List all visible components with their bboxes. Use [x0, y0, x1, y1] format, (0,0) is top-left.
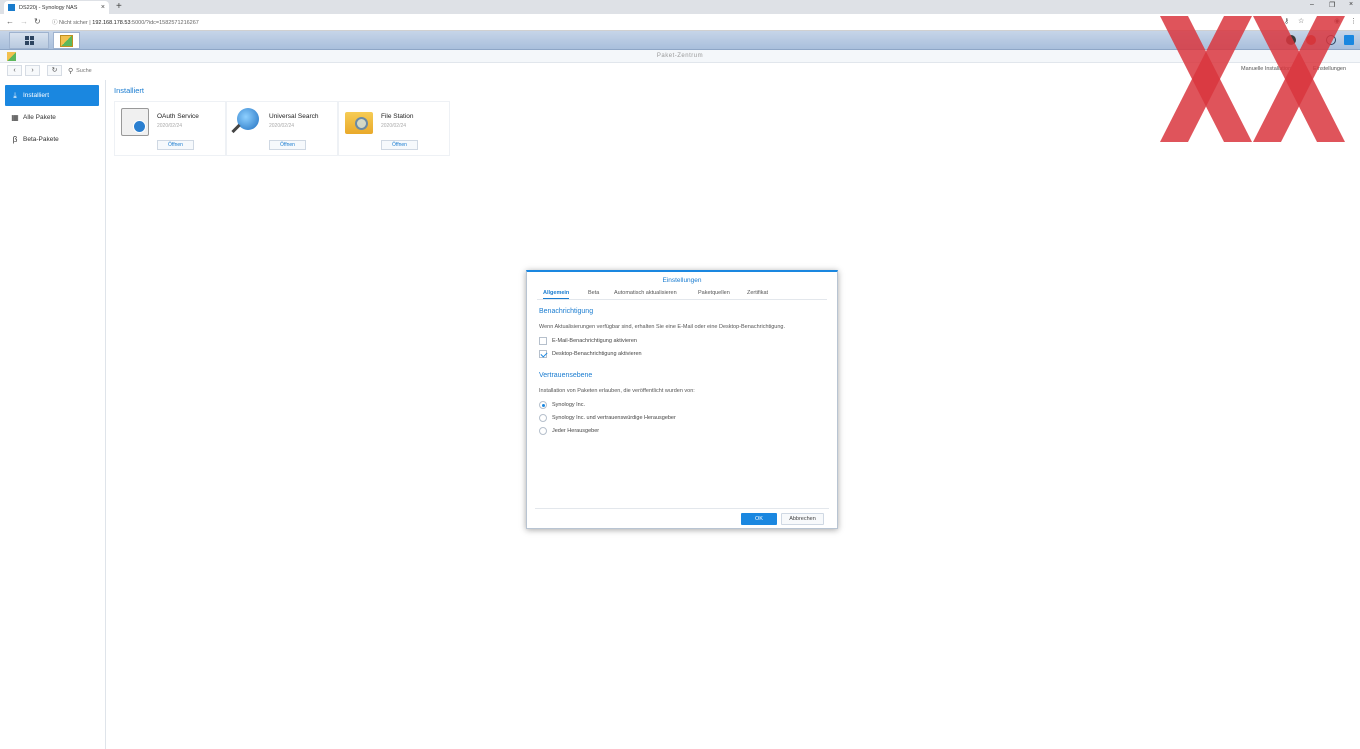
refresh-icon[interactable]: ↻	[47, 65, 62, 76]
url-field[interactable]: ⓘ Nicht sicher | 192.168.178.53:5000/?id…	[52, 18, 199, 26]
tab-package-sources[interactable]: Paketquellen	[698, 290, 730, 296]
browser-tab[interactable]: DS220j - Synology NAS ×	[4, 1, 109, 14]
dialog-footer-divider	[535, 508, 829, 509]
back-icon[interactable]: ←	[6, 17, 14, 26]
browser-tab-bar: DS220j - Synology NAS × + – ❐ ×	[0, 0, 1360, 14]
star-icon[interactable]: ☆	[1298, 17, 1304, 25]
window-title: Paket-Zentrum	[656, 53, 704, 59]
package-date: 2020/02/24	[269, 123, 295, 129]
trust-radio-synology[interactable]	[539, 401, 547, 409]
url-path: :5000/?idc=1582571216267	[130, 20, 199, 26]
email-notification-checkbox[interactable]	[539, 337, 547, 345]
settings-dialog: Einstellungen Allgemein Beta Automatisch…	[526, 270, 838, 529]
menu-dots-icon[interactable]: ⋮	[1350, 17, 1357, 25]
oauth-icon	[121, 108, 149, 136]
section-title: Installiert	[114, 86, 145, 95]
package-name: Universal Search	[269, 113, 319, 120]
sidebar-item-installed[interactable]: ⤓ Installiert	[5, 85, 99, 106]
search-icon[interactable]	[1326, 35, 1336, 45]
package-card-oauth[interactable]: OAuth Service 2020/02/24 Öffnen	[114, 101, 226, 156]
nav-back-icon[interactable]: ‹	[7, 65, 22, 76]
folder-icon	[345, 112, 373, 134]
package-center-taskbar-button[interactable]	[53, 32, 80, 49]
tab-beta[interactable]: Beta	[588, 290, 599, 296]
tab-close-icon[interactable]: ×	[101, 4, 105, 11]
search-input[interactable]	[76, 67, 257, 74]
magnifier-icon	[237, 108, 259, 130]
desktop-notification-option[interactable]: Desktop-Benachrichtigung aktivieren	[539, 350, 642, 358]
dialog-title: Einstellungen	[662, 277, 702, 284]
dialog-tabs: Allgemein Beta Automatisch aktualisieren…	[537, 288, 827, 300]
trust-option-trusted-publishers[interactable]: Synology Inc. und vertrauenswürdige Hera…	[539, 414, 676, 422]
sidebar-item-beta-packages[interactable]: β Beta-Pakete	[5, 129, 99, 150]
notification-section-title: Benachrichtigung	[539, 308, 594, 315]
trust-section-title: Vertrauensebene	[539, 372, 593, 379]
tab-certificate[interactable]: Zertifikat	[747, 290, 768, 296]
email-notification-option[interactable]: E-Mail-Benachrichtigung aktivieren	[539, 337, 637, 345]
ok-button[interactable]: OK	[741, 513, 777, 525]
main-menu-button[interactable]	[9, 32, 49, 49]
forward-icon[interactable]: →	[20, 17, 28, 26]
desktop-notification-checkbox[interactable]	[539, 350, 547, 358]
beta-icon: β	[12, 135, 18, 144]
user-icon[interactable]	[1306, 35, 1316, 45]
package-name: OAuth Service	[157, 113, 199, 120]
email-notification-label: E-Mail-Benachrichtigung aktivieren	[552, 338, 637, 344]
dsm-taskbar	[0, 31, 1360, 50]
key-icon[interactable]: ⚷	[1284, 17, 1289, 25]
cancel-button[interactable]: Abbrechen	[781, 513, 824, 525]
chat-icon[interactable]	[1286, 35, 1296, 45]
package-card-universal-search[interactable]: Universal Search 2020/02/24 Öffnen	[226, 101, 338, 156]
new-tab-button[interactable]: +	[116, 1, 122, 12]
sidebar-item-label: Installiert	[23, 92, 50, 99]
package-date: 2020/02/24	[381, 123, 407, 129]
trust-option-label: Synology Inc. und vertrauenswürdige Hera…	[552, 415, 676, 421]
tab-auto-update[interactable]: Automatisch aktualisieren	[614, 290, 677, 296]
reload-icon[interactable]: ↻	[34, 17, 41, 26]
notification-description: Wenn Aktualisierungen verfügbar sind, er…	[539, 324, 786, 330]
package-date: 2020/02/24	[157, 123, 183, 129]
download-icon: ⤓	[13, 90, 17, 100]
settings-button[interactable]: Einstellungen	[1313, 66, 1346, 72]
open-button[interactable]: Öffnen	[381, 140, 418, 150]
trust-radio-trusted-publishers[interactable]	[539, 414, 547, 422]
trust-description: Installation von Paketen erlauben, die v…	[539, 388, 695, 394]
sidebar: ⤓ Installiert ▦ Alle Pakete β Beta-Paket…	[0, 80, 106, 749]
grid-icon: ▦	[11, 113, 19, 122]
manual-install-button[interactable]: Manuelle Installation	[1241, 66, 1291, 72]
open-button[interactable]: Öffnen	[269, 140, 306, 150]
url-host: 192.168.178.53	[92, 20, 131, 26]
trust-radio-any-publisher[interactable]	[539, 427, 547, 435]
package-center-icon	[60, 34, 73, 47]
minimize-icon[interactable]: –	[1310, 1, 1314, 8]
search-box: ⚲	[68, 65, 268, 76]
address-bar: ← → ↻ ⓘ Nicht sicher | 192.168.178.53:50…	[0, 14, 1360, 31]
nav-forward-icon[interactable]: ›	[25, 65, 40, 76]
window-titlebar: Paket-Zentrum	[0, 50, 1360, 63]
maximize-icon[interactable]: ❐	[1329, 1, 1335, 9]
trust-option-any-publisher[interactable]: Jeder Herausgeber	[539, 427, 599, 435]
info-icon: ⓘ	[52, 20, 60, 26]
profile-icon[interactable]: ◉	[1334, 17, 1340, 25]
sidebar-item-label: Alle Pakete	[23, 114, 56, 121]
search-magnifier-icon: ⚲	[68, 67, 74, 75]
tab-title: DS220j - Synology NAS	[19, 4, 78, 11]
main-menu-icon	[24, 36, 34, 45]
desktop-notification-label: Desktop-Benachrichtigung aktivieren	[552, 351, 642, 357]
widgets-icon[interactable]	[1344, 35, 1354, 45]
sidebar-item-label: Beta-Pakete	[23, 136, 59, 143]
tab-general[interactable]: Allgemein	[543, 290, 570, 299]
window-toolbar: ‹ › ↻ ⚲ Manuelle Installation Einstellun…	[0, 63, 1360, 79]
url-separator: |	[89, 20, 91, 26]
synology-favicon-icon	[8, 4, 15, 11]
trust-option-label: Jeder Herausgeber	[552, 428, 600, 434]
package-name: File Station	[381, 113, 414, 120]
url-security: Nicht sicher	[59, 20, 88, 26]
close-window-icon[interactable]: ×	[1349, 1, 1353, 8]
open-button[interactable]: Öffnen	[157, 140, 194, 150]
package-card-file-station[interactable]: File Station 2020/02/24 Öffnen	[338, 101, 450, 156]
trust-option-label: Synology Inc.	[552, 402, 586, 408]
sidebar-item-all-packages[interactable]: ▦ Alle Pakete	[5, 107, 99, 128]
trust-option-synology[interactable]: Synology Inc.	[539, 401, 585, 409]
